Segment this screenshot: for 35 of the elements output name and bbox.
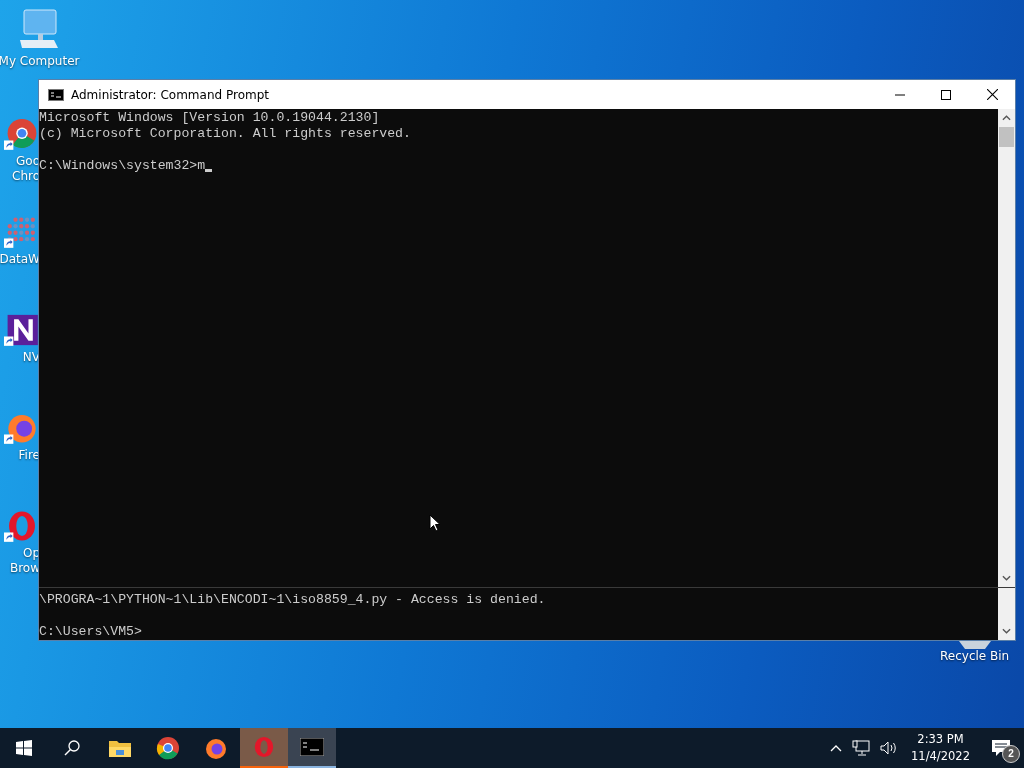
mouse-pointer-icon	[429, 514, 441, 532]
chevron-up-icon[interactable]	[830, 744, 843, 752]
console-line: Microsoft Windows [Version 10.0.19044.2130]	[39, 110, 380, 126]
console-icon	[48, 88, 64, 101]
console-line: C:\Users\VM5>	[39, 624, 142, 640]
window-title: Administrator: Command Prompt	[71, 87, 269, 102]
icon-label: Goo Chro	[12, 154, 40, 184]
maximize-icon	[941, 89, 951, 100]
console-line: (c) Microsoft Corporation. All rights reserved.	[39, 126, 411, 142]
icon-label: DataW	[0, 252, 40, 267]
icon-label: Recycle Bin	[940, 649, 1010, 664]
network-icon[interactable]	[852, 740, 871, 756]
icon-label: My Computer	[0, 54, 80, 69]
scroll-up-icon[interactable]	[1002, 115, 1011, 121]
search-icon	[64, 740, 80, 756]
notifications-button[interactable]: 2	[978, 728, 1024, 768]
scroll-down-icon[interactable]	[1002, 575, 1011, 581]
clock[interactable]: 2:33 PM 11/4/2022	[903, 731, 978, 765]
speaker-icon[interactable]	[880, 740, 899, 756]
icon-label: Op Brow	[9, 546, 40, 576]
windows-logo-icon	[16, 740, 32, 756]
console-icon	[300, 738, 324, 756]
close-icon	[986, 89, 998, 100]
folder-icon	[108, 738, 132, 758]
chrome-icon	[156, 736, 180, 760]
firefox-icon	[204, 736, 228, 760]
scroll-down-icon[interactable]	[1002, 628, 1011, 634]
scroll-thumb[interactable]	[999, 127, 1014, 147]
icon-label: NV	[22, 350, 40, 365]
taskbar-app-button[interactable]	[288, 728, 336, 768]
opera-icon	[253, 735, 275, 759]
icon-label: Fire	[18, 448, 40, 463]
scrollbar[interactable]	[998, 109, 1015, 587]
console-line: C:\Windows\system32>m	[39, 158, 206, 174]
console-line: \PROGRA~1\PYTHON~1\Lib\ENCODI~1\iso8859_4.py - Access is denied.	[39, 592, 546, 608]
